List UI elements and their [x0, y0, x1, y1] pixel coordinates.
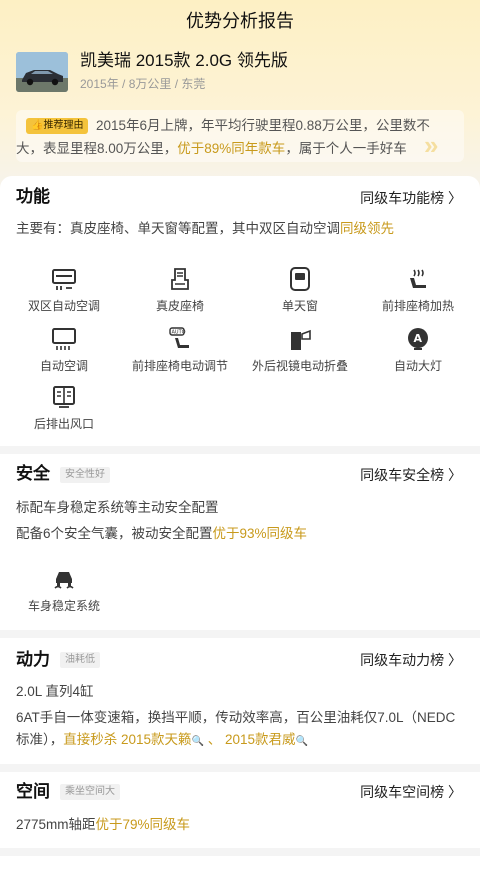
dual-zone-ac-icon: [52, 269, 76, 290]
car-name: 凯美瑞 2015款 2.0G 领先版: [80, 51, 288, 70]
auto-headlight-icon: A: [408, 328, 428, 350]
power-description: 6AT手自一体变速箱，换挡平顺，传动效率高，百公里油耗仅7.0L（NEDC标准）…: [16, 710, 456, 747]
feature-power-seat[interactable]: AUTO 前排座椅电动调节: [120, 326, 240, 374]
recommend-reason-tag: 👍推荐理由: [26, 118, 89, 134]
leather-seat-icon: [171, 268, 189, 290]
power-badge: 油耗低: [60, 652, 100, 668]
thumbs-up-icon: 👍: [31, 120, 44, 131]
car-meta: 2015年 / 8万公里 / 东莞: [80, 77, 206, 91]
rear-vent-icon: [53, 386, 75, 408]
sunroof-icon: [290, 267, 310, 291]
feature-mirror-fold[interactable]: 外后视镜电动折叠: [240, 326, 360, 374]
space-title: 空间: [16, 782, 50, 801]
svg-text:A: A: [414, 332, 423, 345]
feature-seat-heating[interactable]: 前排座椅加热: [358, 266, 478, 314]
feature-auto-headlight[interactable]: A 自动大灯: [358, 326, 478, 374]
safety-badge: 安全性好: [60, 467, 110, 483]
safety-title: 安全: [16, 464, 50, 483]
function-card: 功能 同级车功能榜 〉 主要有：真皮座椅、单天窗等配置，其中双区自动空调同级领先…: [0, 176, 480, 446]
stability-control-icon: [54, 572, 74, 589]
safety-line-active: 标配车身稳定系统等主动安全配置: [16, 500, 219, 515]
search-icon: 🔍: [191, 736, 204, 747]
space-card: 空间 乘坐空间大 同级车空间榜 〉 2775mm轴距优于79%同级车: [0, 772, 480, 848]
search-icon: 🔍: [295, 736, 309, 747]
mirror-fold-icon: [291, 329, 311, 350]
compare-link-regal[interactable]: 2015款君威🔍: [225, 732, 308, 747]
seat-heating-icon: [410, 269, 426, 288]
function-rank-link[interactable]: 同级车功能榜 〉: [360, 188, 462, 208]
power-seat-icon: AUTO: [169, 327, 189, 348]
power-engine: 2.0L 直列4缸: [16, 684, 94, 699]
double-chevron-icon: »: [424, 130, 439, 160]
car-thumbnail[interactable]: [16, 52, 68, 92]
compare-link-teana[interactable]: 直接秒杀 2015款天籁🔍: [63, 732, 204, 747]
space-badge: 乘坐空间大: [60, 784, 120, 800]
space-rank-link[interactable]: 同级车空间榜 〉: [360, 782, 462, 802]
function-title: 功能: [16, 187, 50, 206]
space-wheelbase: 2775mm轴距优于79%同级车: [16, 817, 191, 832]
power-rank-link[interactable]: 同级车动力榜 〉: [360, 650, 462, 670]
auto-ac-icon: [52, 328, 76, 350]
function-summary: 主要有：真皮座椅、单天窗等配置，其中双区自动空调同级领先: [16, 221, 394, 236]
power-title: 动力: [16, 650, 50, 669]
page-title: 优势分析报告: [186, 11, 294, 31]
feature-stability-control[interactable]: 车身稳定系统: [4, 566, 124, 614]
safety-rank-link[interactable]: 同级车安全榜 〉: [360, 465, 462, 485]
feature-leather-seat[interactable]: 真皮座椅: [120, 266, 240, 314]
feature-rear-vent[interactable]: 后排出风口: [4, 384, 124, 432]
feature-dual-zone-ac[interactable]: 双区自动空调: [4, 266, 124, 314]
svg-text:AUTO: AUTO: [172, 330, 186, 336]
feature-auto-ac[interactable]: 自动空调: [4, 326, 124, 374]
car-photo-icon: [16, 52, 68, 92]
safety-card: 安全 安全性好 同级车安全榜 〉 标配车身稳定系统等主动安全配置 配备6个安全气…: [0, 454, 480, 630]
safety-line-passive: 配备6个安全气囊，被动安全配置优于93%同级车: [16, 526, 308, 541]
feature-sunroof[interactable]: 单天窗: [240, 266, 360, 314]
next-card: [0, 856, 480, 894]
power-card: 动力 油耗低 同级车动力榜 〉 2.0L 直列4缸 6AT手自一体变速箱，换挡平…: [0, 638, 480, 764]
